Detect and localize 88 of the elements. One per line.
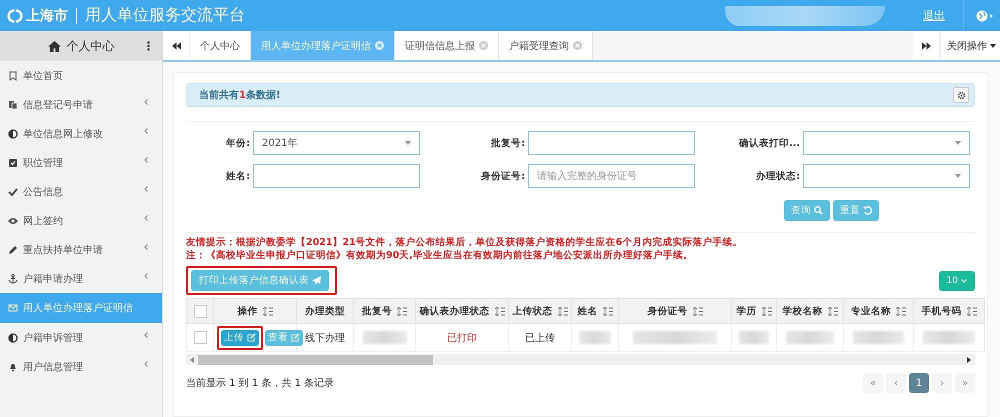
scroll-right-icon[interactable] — [967, 356, 971, 362]
caret-icon — [990, 44, 996, 48]
sidebar-item[interactable]: 用户信息管理 — [0, 352, 162, 381]
blurred-value — [923, 331, 975, 344]
sort-icon[interactable] — [692, 306, 702, 316]
input-field[interactable] — [528, 131, 695, 155]
caret-icon — [955, 141, 961, 145]
table-cell: 线下办理 — [305, 332, 345, 344]
eye-icon — [8, 216, 18, 226]
sidebar-item[interactable]: 单位信息网上修改 — [0, 119, 162, 148]
caret-icon — [955, 174, 961, 178]
input-field[interactable]: 请输入完整的身份证号 — [528, 164, 695, 188]
sort-icon[interactable] — [494, 306, 504, 316]
blurred-value — [738, 331, 770, 344]
sidebar-item[interactable]: 户籍申请办理 — [0, 264, 162, 293]
sidebar-item[interactable]: 职位管理 — [0, 148, 162, 177]
sidebar-item[interactable]: 单位首页 — [0, 61, 162, 90]
field-label: 批复号: — [490, 136, 526, 150]
settings-button[interactable] — [953, 87, 969, 103]
scrollbar-thumb[interactable] — [198, 354, 433, 364]
sort-icon[interactable] — [966, 306, 976, 316]
select-all-checkbox[interactable] — [194, 304, 206, 318]
field-label: 身份证号: — [480, 170, 526, 182]
field-label: 姓名: — [224, 170, 251, 182]
sidebar-item[interactable]: 重点扶持单位申请 — [0, 235, 162, 264]
chevron-down-icon — [961, 278, 967, 282]
documents-icon — [8, 100, 18, 110]
settings-icon — [956, 90, 966, 100]
sort-icon[interactable] — [762, 306, 772, 316]
home-icon — [48, 40, 60, 52]
blurred-value — [853, 331, 904, 344]
half-circle-icon — [8, 332, 18, 342]
sidebar-title: 个人中心 — [66, 38, 114, 54]
blurred-value — [786, 331, 834, 344]
search-icon — [814, 206, 823, 215]
select-field[interactable] — [803, 131, 970, 155]
field-label: 办理状态: — [755, 170, 801, 182]
double-left-arrow-icon — [172, 42, 180, 50]
double-right-arrow-icon — [922, 42, 930, 50]
table-cell: 已上传 — [525, 332, 555, 344]
bookmark-icon — [8, 70, 18, 80]
sidebar-item[interactable]: 公告信息 — [0, 177, 162, 206]
notice-text: 注：《高校毕业生申报户口证明信》有效期为90天,毕业生应当在有效期内前往落户地公安派出所办理好落户手续。 — [186, 249, 694, 262]
caret-icon — [405, 141, 411, 145]
sort-icon[interactable] — [896, 306, 906, 316]
sort-icon[interactable] — [602, 306, 612, 316]
tab[interactable]: 个人中心 — [190, 31, 251, 60]
bell-icon — [8, 362, 18, 372]
sidebar-item[interactable]: 信息登记号申请 — [0, 90, 162, 119]
page-button[interactable]: 1 — [909, 373, 929, 393]
pencil-icon — [8, 244, 18, 254]
row-checkbox[interactable] — [194, 331, 206, 344]
tab[interactable]: 户籍受理查询 — [499, 31, 593, 60]
envelope-icon — [8, 303, 18, 313]
sidebar-item[interactable]: 网上签约 — [0, 206, 162, 235]
more-icon[interactable] — [147, 41, 150, 51]
scroll-left-icon[interactable] — [190, 356, 194, 362]
sidebar-item[interactable]: 户籍申诉管理 — [0, 323, 162, 352]
field-label: 确认表打印... — [738, 136, 801, 150]
record-count-text: 当前共有1条数据! — [199, 88, 281, 102]
tab[interactable]: 证明信信息上报 — [395, 31, 499, 60]
blurred-value — [362, 331, 406, 344]
app-title: 用人单位服务交流平台 — [85, 5, 245, 26]
anchor-icon — [8, 274, 18, 284]
check-icon — [8, 186, 18, 196]
horizontal-scrollbar[interactable] — [186, 354, 975, 365]
notice-text: 友情提示：根据沪教委学【2021】21号文件，落户公布结果后，单位及获得落户资格的学生应在6个月内完成实际落户手续。 — [186, 236, 744, 249]
reset-icon — [863, 206, 872, 215]
edit-icon — [291, 333, 300, 342]
input-field[interactable] — [253, 164, 420, 188]
blurred-value — [579, 331, 611, 344]
sort-icon[interactable] — [397, 306, 407, 316]
status-text: 已打印 — [447, 332, 477, 344]
globe-icon[interactable] — [976, 10, 994, 22]
sort-icon[interactable] — [828, 306, 838, 316]
paper-plane-icon — [312, 276, 321, 285]
select-field[interactable] — [803, 164, 970, 188]
pagination-summary: 当前显示 1 到 1 条，共 1 条记录 — [186, 376, 334, 390]
edit-icon — [247, 333, 256, 342]
sort-icon[interactable] — [262, 306, 272, 316]
checkbox-icon — [8, 158, 18, 168]
logo-icon — [7, 8, 23, 24]
close-menu-button[interactable]: 关闭操作 — [940, 31, 1000, 60]
field-label: 年份: — [224, 136, 251, 150]
half-circle-icon — [8, 128, 18, 138]
select-field[interactable]: 2021年 — [253, 131, 420, 155]
logo-text: 上海市 — [26, 6, 68, 24]
sort-icon[interactable] — [558, 306, 568, 316]
